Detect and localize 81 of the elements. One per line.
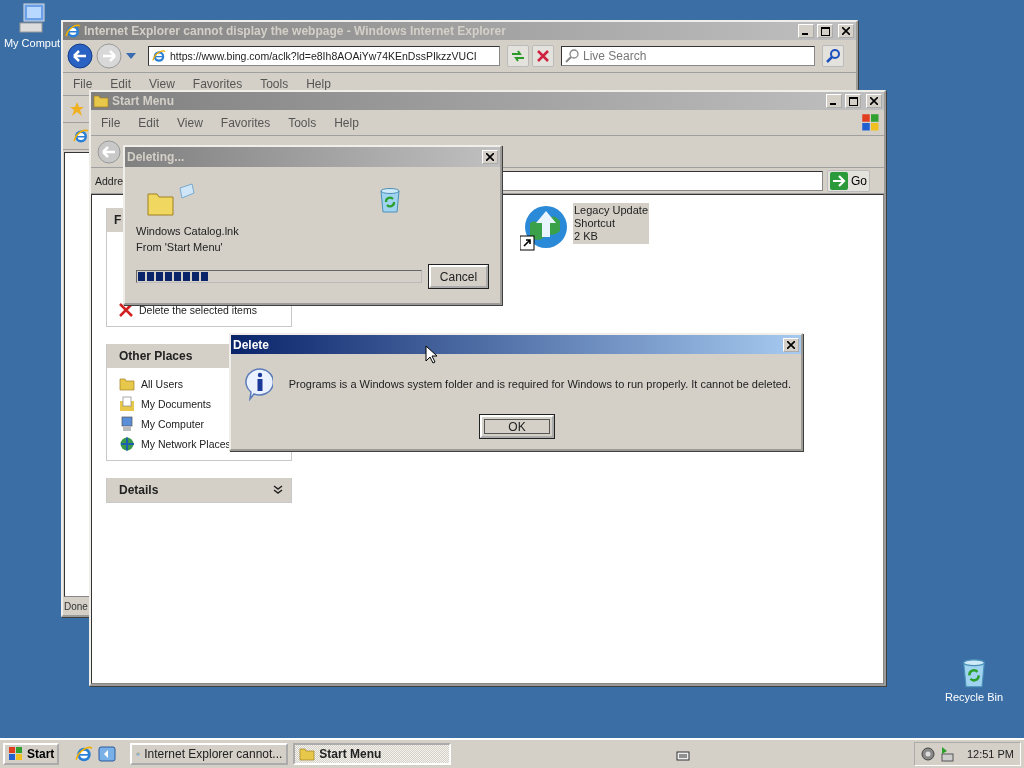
- panel-title: Other Places: [119, 349, 193, 363]
- windows-flag-icon: [861, 112, 881, 133]
- menu-item[interactable]: Edit: [103, 77, 139, 91]
- clock: 12:51 PM: [966, 748, 1014, 760]
- shortcut-label[interactable]: Legacy Update Shortcut 2 KB: [573, 203, 649, 244]
- address-label: Addre: [95, 173, 124, 189]
- maximize-button[interactable]: [845, 94, 861, 108]
- computer-icon: [119, 416, 135, 432]
- menu-item[interactable]: Favorites: [185, 77, 250, 91]
- status-text: Done: [63, 600, 89, 612]
- search-button[interactable]: [822, 45, 844, 67]
- file-name-text: Windows Catalog.lnk: [136, 224, 240, 239]
- close-button[interactable]: [838, 24, 854, 38]
- close-button[interactable]: [482, 150, 498, 164]
- maximize-button[interactable]: [817, 24, 833, 38]
- message-text: Programs is a Windows system folder and is required for Windows to run properly. It cannot be deleted.: [288, 377, 791, 392]
- desktop-launch-icon[interactable]: [98, 745, 117, 763]
- speaker-icon[interactable]: [920, 747, 935, 761]
- close-button[interactable]: [783, 337, 799, 352]
- search-icon: [565, 49, 579, 63]
- documents-folder-icon: [119, 396, 135, 412]
- folder-icon: [119, 376, 135, 392]
- windows-flag-icon: [8, 746, 24, 762]
- maximize-icon: [848, 96, 858, 106]
- shortcut-globe-icon[interactable]: [520, 203, 568, 251]
- panel-title: Details: [119, 483, 159, 497]
- globe-icon: [119, 436, 135, 452]
- taskbar-button[interactable]: Start Menu: [293, 743, 452, 765]
- computer-icon[interactable]: [16, 3, 48, 35]
- browser-launch-icon[interactable]: [75, 745, 94, 763]
- cancel-button[interactable]: Cancel: [429, 265, 488, 288]
- dropdown-caret-icon[interactable]: [125, 52, 137, 60]
- back-button[interactable]: [67, 43, 93, 69]
- maximize-icon: [820, 26, 830, 36]
- window-title: Start Menu: [112, 94, 175, 108]
- menu-item[interactable]: Edit: [131, 115, 167, 130]
- flying-folder-icon: [146, 182, 196, 218]
- ok-button[interactable]: OK: [480, 415, 554, 438]
- address-field[interactable]: https://www.bing.com/aclk?ld=e8Ih8AOAiYw74KEnDssPIkzzVUCI: [148, 46, 500, 66]
- page-icon: [152, 49, 166, 63]
- taskbar-button[interactable]: Internet Explorer cannot...: [130, 743, 289, 765]
- tab-page-icon[interactable]: [73, 128, 89, 144]
- menu-item[interactable]: View: [170, 115, 210, 130]
- close-icon: [842, 27, 850, 35]
- close-button[interactable]: [866, 94, 882, 108]
- desktop-icon-label[interactable]: My Comput: [3, 37, 61, 49]
- panel-title: F: [114, 213, 122, 227]
- go-arrow-icon: [830, 171, 849, 190]
- menu-item[interactable]: Tools: [253, 77, 296, 91]
- close-icon: [486, 153, 494, 161]
- minimize-button[interactable]: [798, 24, 814, 38]
- menu-item[interactable]: Help: [299, 77, 338, 91]
- folder-icon: [93, 93, 109, 109]
- menu-item[interactable]: Favorites: [213, 115, 278, 130]
- menu-item[interactable]: File: [66, 77, 100, 91]
- menu-item[interactable]: Tools: [281, 115, 324, 130]
- task-link[interactable]: Delete the selected items: [119, 302, 291, 318]
- mouse-cursor-icon: [425, 345, 437, 365]
- close-icon: [870, 97, 878, 105]
- info-icon: [243, 367, 273, 401]
- stop-x-icon: [537, 50, 549, 62]
- stop-button[interactable]: [532, 45, 554, 67]
- dialog-title: Deleting...: [127, 150, 186, 164]
- go-button[interactable]: Go: [827, 169, 871, 192]
- favorites-star-icon[interactable]: [69, 101, 85, 117]
- desktop-icon-label[interactable]: Recycle Bin: [944, 691, 1004, 703]
- minimize-button[interactable]: [826, 94, 842, 108]
- search-icon: [826, 49, 840, 63]
- menu-item[interactable]: View: [142, 77, 182, 91]
- menu-item[interactable]: Help: [327, 115, 366, 130]
- refresh-arrows-icon: [511, 50, 525, 62]
- source-text: From 'Start Menu': [136, 240, 224, 255]
- chevron-down-icon[interactable]: [273, 485, 283, 495]
- dialog-title: Delete: [233, 337, 271, 352]
- refresh-button[interactable]: [507, 45, 529, 67]
- menu-item[interactable]: File: [94, 115, 128, 130]
- start-button[interactable]: Start: [3, 743, 60, 765]
- search-field[interactable]: Live Search: [561, 46, 815, 66]
- close-icon: [787, 340, 795, 349]
- folder-icon: [299, 746, 316, 762]
- delete-x-icon: [119, 303, 133, 317]
